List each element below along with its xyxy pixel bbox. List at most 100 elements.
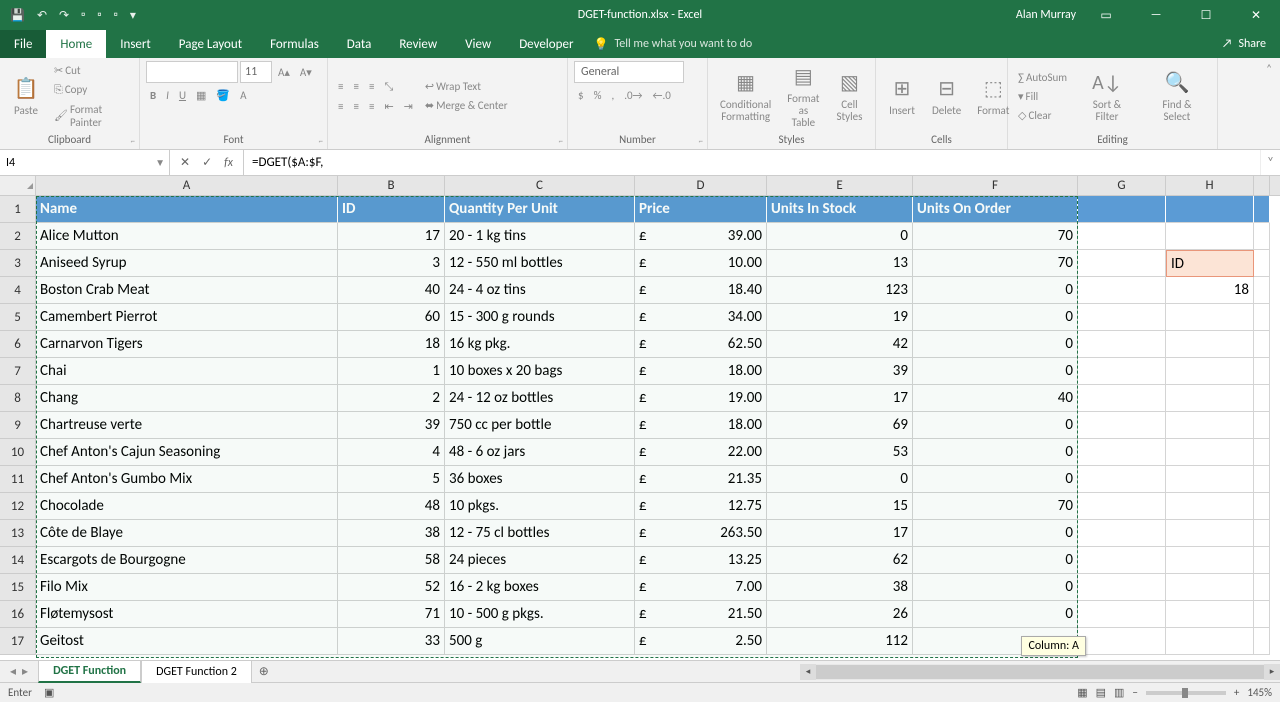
sheet-tab[interactable]: DGET Function 2 <box>141 661 252 683</box>
table-header-cell[interactable]: ID <box>338 196 445 223</box>
tell-me-search[interactable]: 💡 Tell me what you want to do <box>593 30 752 58</box>
cell[interactable]: 38 <box>767 574 913 601</box>
cell[interactable]: 19 <box>767 304 913 331</box>
bold-button[interactable]: B <box>146 87 160 104</box>
collapse-ribbon-icon[interactable]: ˄ <box>1266 62 1272 75</box>
decrease-font-icon[interactable]: A▾ <box>296 64 316 81</box>
tab-page-layout[interactable]: Page Layout <box>165 30 256 58</box>
cancel-formula-icon[interactable]: ✕ <box>180 155 190 170</box>
row-header[interactable]: 7 <box>0 358 36 385</box>
cell[interactable]: 10 pkgs. <box>445 493 635 520</box>
sheet-nav-prev-icon[interactable]: ◂ <box>10 664 16 679</box>
cell[interactable]: Camembert Pierrot <box>36 304 338 331</box>
cell[interactable] <box>1078 466 1166 493</box>
cell[interactable]: 2 <box>338 385 445 412</box>
tab-formulas[interactable]: Formulas <box>256 30 333 58</box>
cell[interactable] <box>1166 358 1254 385</box>
row-header[interactable]: 3 <box>0 250 36 277</box>
cell[interactable]: Côte de Blaye <box>36 520 338 547</box>
cell[interactable] <box>1166 439 1254 466</box>
cell[interactable]: Carnarvon Tigers <box>36 331 338 358</box>
criteria-value-cell[interactable]: 18 <box>1166 277 1254 304</box>
cell[interactable]: £22.00 <box>635 439 767 466</box>
cell[interactable] <box>1078 385 1166 412</box>
orientation-icon[interactable]: ⤡ <box>380 78 397 96</box>
macro-recording-icon[interactable]: ▣ <box>44 686 54 699</box>
scroll-right-icon[interactable]: ▸ <box>1264 664 1280 680</box>
font-color-button[interactable]: A <box>236 87 250 104</box>
cell[interactable] <box>1254 358 1270 385</box>
tab-developer[interactable]: Developer <box>505 30 587 58</box>
cell[interactable] <box>1166 628 1254 655</box>
cell[interactable] <box>1078 277 1166 304</box>
increase-font-icon[interactable]: A▴ <box>274 64 294 81</box>
cell[interactable]: Chang <box>36 385 338 412</box>
page-layout-view-icon[interactable]: ▤ <box>1096 686 1106 699</box>
column-header[interactable]: D <box>635 176 767 195</box>
number-format-select[interactable]: General <box>574 61 684 83</box>
fill-button[interactable]: ▾ Fill <box>1014 88 1071 105</box>
cell[interactable] <box>1254 385 1270 412</box>
cell[interactable]: £21.35 <box>635 466 767 493</box>
cell[interactable] <box>1166 385 1254 412</box>
cell[interactable] <box>1166 223 1254 250</box>
row-header[interactable]: 1 <box>0 196 36 223</box>
cell[interactable]: £13.25 <box>635 547 767 574</box>
increase-decimal-icon[interactable]: .0→ <box>620 87 646 104</box>
cell[interactable] <box>1078 439 1166 466</box>
insert-function-icon[interactable]: fx <box>224 156 233 170</box>
maximize-icon[interactable]: ☐ <box>1186 0 1226 30</box>
cell[interactable]: 0 <box>913 439 1078 466</box>
tab-insert[interactable]: Insert <box>106 30 165 58</box>
cell[interactable] <box>1078 574 1166 601</box>
cell[interactable]: 3 <box>338 250 445 277</box>
share-button[interactable]: ↗ Share <box>1208 30 1280 58</box>
cell[interactable] <box>1078 358 1166 385</box>
cell[interactable]: 18 <box>338 331 445 358</box>
sheet-nav-next-icon[interactable]: ▸ <box>22 664 28 679</box>
cell[interactable] <box>1254 520 1270 547</box>
cell[interactable] <box>1254 277 1270 304</box>
table-header-cell[interactable]: Quantity Per Unit <box>445 196 635 223</box>
zoom-in-icon[interactable]: + <box>1234 686 1239 699</box>
user-name[interactable]: Alan Murray <box>1016 8 1076 22</box>
cell[interactable]: 70 <box>913 223 1078 250</box>
name-box[interactable]: I4 ▼ <box>0 150 170 175</box>
cell[interactable]: 0 <box>913 331 1078 358</box>
cell[interactable] <box>1078 601 1166 628</box>
cell[interactable]: 5 <box>338 466 445 493</box>
cell[interactable]: 0 <box>913 358 1078 385</box>
cell[interactable] <box>1254 628 1270 655</box>
page-break-view-icon[interactable]: ▥ <box>1114 686 1124 699</box>
cell[interactable]: £263.50 <box>635 520 767 547</box>
cell[interactable] <box>1254 466 1270 493</box>
cell[interactable]: £39.00 <box>635 223 767 250</box>
row-header[interactable]: 14 <box>0 547 36 574</box>
qat-customize-icon[interactable]: ▾ <box>130 8 136 23</box>
cell[interactable] <box>1078 223 1166 250</box>
row-header[interactable]: 17 <box>0 628 36 655</box>
align-right-icon[interactable]: ≡ <box>365 98 378 115</box>
cell[interactable]: Chef Anton's Cajun Seasoning <box>36 439 338 466</box>
chevron-down-icon[interactable]: ▼ <box>155 156 165 169</box>
cell[interactable]: Fløtemysost <box>36 601 338 628</box>
cell[interactable]: 0 <box>913 520 1078 547</box>
cell[interactable] <box>1254 574 1270 601</box>
cell[interactable] <box>1078 196 1166 223</box>
fill-color-button[interactable]: 🪣 <box>212 87 234 104</box>
cell[interactable] <box>1166 304 1254 331</box>
cell[interactable]: 24 - 4 oz tins <box>445 277 635 304</box>
font-size-input[interactable]: 11 <box>240 61 272 83</box>
minimize-icon[interactable]: — <box>1136 0 1176 30</box>
cell[interactable]: 0 <box>913 466 1078 493</box>
cell[interactable] <box>1166 412 1254 439</box>
sheet-tab[interactable]: DGET Function <box>38 661 141 683</box>
align-left-icon[interactable]: ≡ <box>334 98 347 115</box>
cell[interactable]: 123 <box>767 277 913 304</box>
qat-item[interactable]: ▫ <box>114 8 118 22</box>
row-header[interactable]: 6 <box>0 331 36 358</box>
cell[interactable]: 0 <box>913 547 1078 574</box>
tab-review[interactable]: Review <box>385 30 451 58</box>
cell[interactable]: 10 boxes x 20 bags <box>445 358 635 385</box>
copy-button[interactable]: ⎘ Copy <box>50 81 133 99</box>
